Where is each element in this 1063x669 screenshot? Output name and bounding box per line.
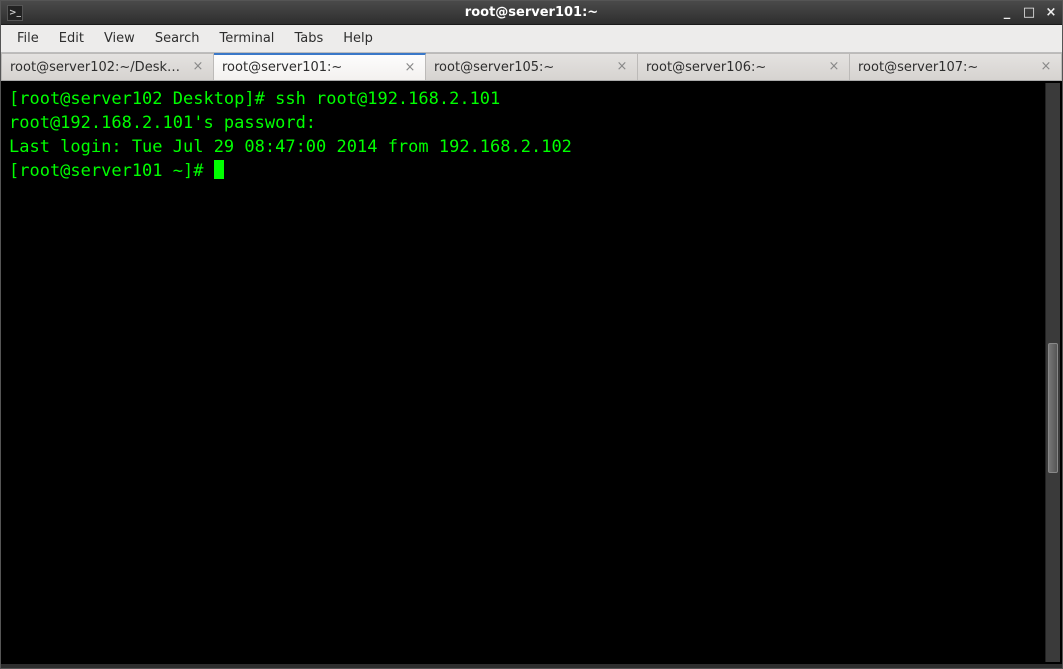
tab-close-icon[interactable]: × [191,60,205,74]
window-controls: _ □ × [996,2,1062,24]
scrollbar-thumb[interactable] [1048,343,1058,473]
menu-view[interactable]: View [94,27,145,50]
terminal-wrapper: [root@server102 Desktop]# ssh root@192.1… [1,81,1062,664]
scrollbar-vertical[interactable] [1045,83,1060,662]
tab-server101[interactable]: root@server101:~ × [214,53,426,80]
tab-server105[interactable]: root@server105:~ × [426,53,638,80]
minimize-button[interactable]: _ [996,2,1018,24]
tab-close-icon[interactable]: × [615,60,629,74]
tab-server107[interactable]: root@server107:~ × [850,53,1062,80]
tab-close-icon[interactable]: × [403,61,417,75]
terminal-app-icon: >_ [7,5,23,21]
window-title: root@server101:~ [1,5,1062,20]
tab-server102[interactable]: root@server102:~/Desktop × [1,53,214,80]
menu-file[interactable]: File [7,27,49,50]
close-button[interactable]: × [1040,2,1062,24]
maximize-button[interactable]: □ [1018,2,1040,24]
tab-label: root@server102:~/Desktop [10,60,185,75]
menu-help[interactable]: Help [333,27,383,50]
tab-server106[interactable]: root@server106:~ × [638,53,850,80]
terminal-cursor [214,160,224,179]
terminal-output[interactable]: [root@server102 Desktop]# ssh root@192.1… [3,83,1045,662]
window-bottom-frame [1,664,1062,668]
tab-label: root@server101:~ [222,60,397,75]
menu-search[interactable]: Search [145,27,210,50]
tab-bar: root@server102:~/Desktop × root@server10… [1,53,1062,81]
menu-tabs[interactable]: Tabs [284,27,333,50]
tab-close-icon[interactable]: × [1039,60,1053,74]
window-titlebar: >_ root@server101:~ _ □ × [1,1,1062,25]
tab-label: root@server105:~ [434,60,609,75]
menu-bar: File Edit View Search Terminal Tabs Help [1,25,1062,53]
menu-terminal[interactable]: Terminal [209,27,284,50]
tab-close-icon[interactable]: × [827,60,841,74]
tab-label: root@server107:~ [858,60,1033,75]
tab-label: root@server106:~ [646,60,821,75]
menu-edit[interactable]: Edit [49,27,94,50]
